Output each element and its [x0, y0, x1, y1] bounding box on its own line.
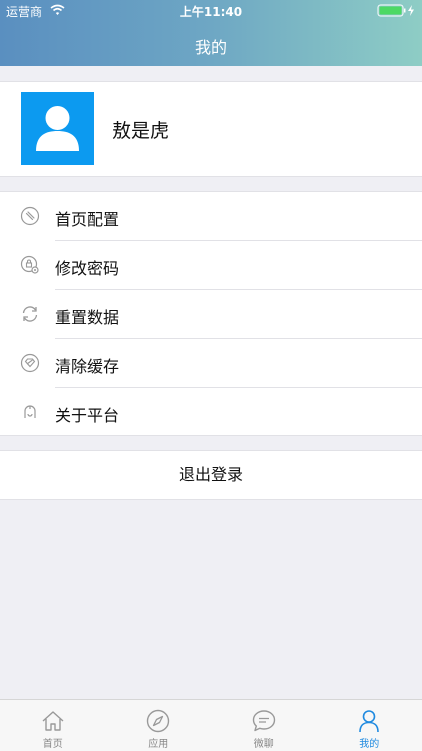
tab-label: 我的	[317, 735, 422, 750]
tab-bar: 首页 应用 微聊 我的	[0, 699, 422, 751]
menu-item-clear-cache[interactable]: 清除缓存	[0, 339, 422, 388]
tab-home[interactable]: 首页	[0, 700, 106, 751]
home-icon	[40, 708, 66, 734]
menu-item-label: 修改密码	[55, 255, 119, 279]
menu-item-about-platform[interactable]: 关于平台	[0, 388, 422, 437]
status-time: 上午11:40	[0, 3, 422, 20]
tab-chat[interactable]: 微聊	[211, 700, 317, 751]
status-bar: 运营商 上午11:40	[0, 0, 422, 22]
person-icon	[356, 708, 382, 734]
menu-item-change-password[interactable]: 修改密码	[0, 241, 422, 290]
menu-item-label: 重置数据	[55, 304, 119, 328]
profile-card[interactable]: 敖是虎	[0, 81, 422, 177]
tab-label: 应用	[106, 735, 212, 750]
menu-item-label: 首页配置	[55, 206, 119, 230]
top-header: 运营商 上午11:40 我的	[0, 0, 422, 66]
menu-item-label: 清除缓存	[55, 353, 119, 377]
refresh-icon	[20, 304, 40, 324]
lock-settings-icon	[20, 255, 40, 275]
tab-mine[interactable]: 我的	[317, 700, 422, 751]
menu-item-reset-data[interactable]: 重置数据	[0, 290, 422, 339]
chat-icon	[251, 708, 277, 734]
compass-icon	[145, 708, 171, 734]
logout-button[interactable]: 退出登录	[0, 450, 422, 500]
link-icon	[20, 206, 40, 226]
menu-item-home-config[interactable]: 首页配置	[0, 192, 422, 241]
user-silhouette-icon	[21, 92, 94, 165]
page-title: 我的	[0, 34, 422, 58]
menu-item-label: 关于平台	[55, 402, 119, 426]
avatar[interactable]	[21, 92, 94, 165]
battery-icon	[377, 4, 417, 17]
info-person-icon	[20, 402, 40, 422]
tab-label: 微聊	[211, 735, 317, 750]
settings-menu: 首页配置 修改密码 重置数据 清除缓存	[0, 191, 422, 436]
tab-label: 首页	[0, 735, 106, 750]
profile-name: 敖是虎	[112, 116, 169, 143]
clear-cache-icon	[20, 353, 40, 373]
tab-apps[interactable]: 应用	[106, 700, 212, 751]
